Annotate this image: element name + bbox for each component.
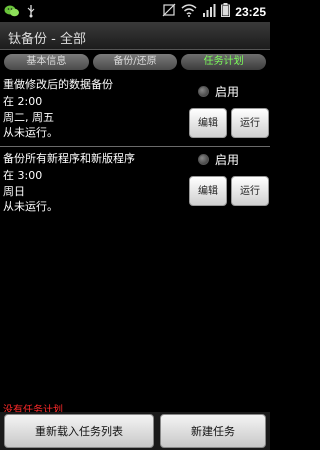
task-time: 在 3:00 xyxy=(3,169,43,182)
enable-label: 启用 xyxy=(215,85,240,99)
enable-label: 启用 xyxy=(215,153,240,167)
tab-backup-restore[interactable]: 备份/还原 xyxy=(92,54,178,70)
task-days: 周日 xyxy=(3,185,25,198)
new-task-button[interactable]: 新建任务 xyxy=(160,414,266,448)
task-title: 备份所有新程序和新版程序 xyxy=(3,152,135,165)
bottom-bar: 重新载入任务列表 新建任务 xyxy=(0,412,270,450)
task-status: 从未运行。 xyxy=(3,126,58,139)
edit-button[interactable]: 编辑 xyxy=(189,176,227,206)
run-button[interactable]: 运行 xyxy=(231,108,269,138)
wechat-icon xyxy=(4,3,20,22)
divider xyxy=(0,146,270,147)
battery-icon xyxy=(221,2,231,21)
enable-toggle[interactable]: 启用 xyxy=(198,83,239,100)
muted-icon xyxy=(162,2,176,21)
edit-button[interactable]: 编辑 xyxy=(189,108,227,138)
tab-bar: 基本信息 备份/还原 任务计划 xyxy=(0,52,270,72)
status-bar: 23:25 xyxy=(0,0,270,22)
task-item: 重做修改后的数据备份 在 2:00 周二, 周五 从未运行。 启用 编辑 运行 xyxy=(0,74,270,146)
task-status: 从未运行。 xyxy=(3,200,58,213)
title-bar: 钛备份 - 全部 xyxy=(0,22,270,50)
radio-dot-icon[interactable] xyxy=(198,86,209,97)
run-button[interactable]: 运行 xyxy=(231,176,269,206)
tab-basic-info[interactable]: 基本信息 xyxy=(4,54,89,70)
enable-toggle[interactable]: 启用 xyxy=(198,151,239,168)
radio-dot-icon[interactable] xyxy=(198,154,209,165)
task-days: 周二, 周五 xyxy=(3,111,54,124)
reload-tasks-button[interactable]: 重新载入任务列表 xyxy=(4,414,154,448)
clock: 23:25 xyxy=(235,4,266,19)
task-title: 重做修改后的数据备份 xyxy=(3,78,113,91)
usb-icon xyxy=(26,3,36,22)
wifi-icon xyxy=(181,2,197,21)
app-title: 钛备份 - 全部 xyxy=(8,32,86,47)
task-item: 备份所有新程序和新版程序 在 3:00 周日 从未运行。 启用 编辑 运行 xyxy=(0,148,270,220)
tab-schedules[interactable]: 任务计划 xyxy=(181,54,267,70)
signal-icon xyxy=(202,2,216,21)
task-time: 在 2:00 xyxy=(3,95,43,108)
